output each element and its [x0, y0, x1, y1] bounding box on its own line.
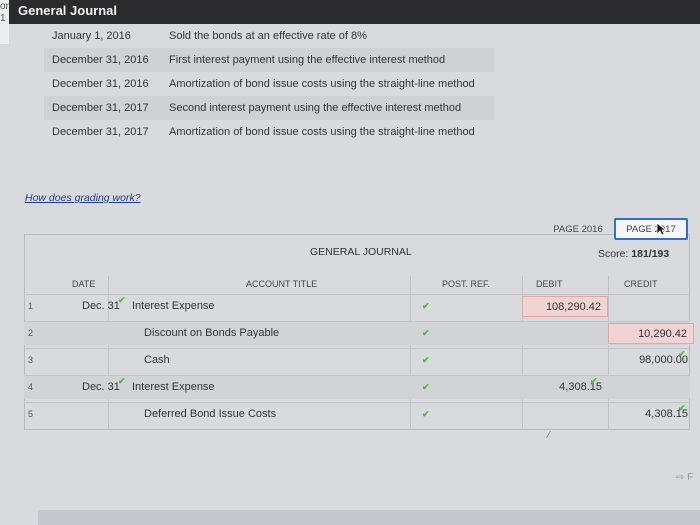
arrow-icon: ⇨: [676, 472, 685, 483]
header-post-ref: POST. REF.: [442, 279, 491, 289]
transaction-description: Amortization of bond issue costs using t…: [169, 126, 475, 138]
credit-field[interactable]: [608, 296, 694, 317]
debit-field[interactable]: [522, 350, 608, 371]
check-icon: ✔: [118, 295, 126, 305]
check-icon: ✔: [678, 349, 686, 359]
transaction-list: January 1, 2016 Sold the bonds at an eff…: [44, 24, 494, 144]
check-icon: ✔: [422, 382, 430, 392]
check-icon: ✔: [118, 376, 126, 386]
page-2016-tab[interactable]: PAGE 2016: [548, 218, 608, 240]
window-title: General Journal: [18, 3, 117, 18]
account-title-field[interactable]: Cash: [144, 354, 170, 366]
edge-letter: F: [687, 472, 694, 483]
grading-help-link[interactable]: How does grading work?: [25, 192, 141, 204]
window-title-bar: General Journal: [0, 0, 700, 24]
account-title-field[interactable]: Interest Expense: [132, 300, 215, 312]
header-account-title: ACCOUNT TITLE: [246, 279, 318, 289]
journal-row: 4 Dec. 31 ✔ Interest Expense ✔ 4,308.15 …: [24, 375, 690, 399]
header-date: DATE: [72, 279, 96, 289]
transaction-date: December 31, 2017: [52, 126, 149, 138]
row-number: 5: [28, 409, 34, 419]
row-number: 2: [28, 328, 34, 338]
debit-field[interactable]: [522, 404, 608, 425]
edge-tab-line: 1: [0, 13, 6, 24]
stray-mark: ⁄: [548, 430, 550, 441]
bottom-toolbar-strip: [38, 510, 700, 525]
transaction-date: December 31, 2017: [52, 102, 149, 114]
journal-row: 2 Discount on Bonds Payable ✔ 10,290.42: [24, 321, 694, 345]
credit-field[interactable]: [608, 377, 694, 398]
row-number: 4: [28, 382, 34, 392]
account-title-field[interactable]: Discount on Bonds Payable: [144, 327, 279, 339]
journal-row: 3 Cash ✔ 98,000.00 ✔: [24, 348, 690, 372]
transaction-description: Second interest payment using the effect…: [169, 102, 462, 114]
journal-title: GENERAL JOURNAL: [310, 246, 412, 258]
next-button-edge[interactable]: ⇨ F: [676, 472, 693, 483]
header-credit: CREDIT: [624, 279, 658, 289]
transaction-date: December 31, 2016: [52, 78, 149, 90]
side-edge-tab: or 1: [0, 0, 9, 44]
transaction-date: December 31, 2016: [52, 54, 149, 66]
transaction-row: December 31, 2016 First interest payment…: [44, 48, 494, 72]
mouse-cursor-icon: [656, 222, 666, 236]
journal-row: 5 Deferred Bond Issue Costs ✔ 4,308.15 ✔: [24, 402, 690, 426]
account-title-field[interactable]: Deferred Bond Issue Costs: [144, 408, 276, 420]
credit-field[interactable]: 10,290.42: [608, 323, 694, 344]
transaction-description: Amortization of bond issue costs using t…: [169, 78, 475, 90]
check-icon: ✔: [678, 403, 686, 413]
header-debit: DEBIT: [536, 279, 563, 289]
row-number: 1: [28, 301, 34, 311]
row-number: 3: [28, 355, 34, 365]
transaction-row: December 31, 2016 Amortization of bond i…: [44, 72, 494, 96]
journal-header-row: DATE ACCOUNT TITLE POST. REF. DEBIT CRED…: [24, 276, 690, 294]
transaction-description: Sold the bonds at an effective rate of 8…: [169, 30, 367, 42]
check-icon: ✔: [422, 355, 430, 365]
check-icon: ✔: [590, 376, 598, 386]
entry-date-field[interactable]: Dec. 31: [82, 300, 120, 312]
debit-field[interactable]: 108,290.42: [522, 296, 608, 317]
edge-tab-line: or: [0, 1, 9, 12]
entry-date-field[interactable]: Dec. 31: [82, 381, 120, 393]
check-icon: ✔: [422, 328, 430, 338]
transaction-description: First interest payment using the effecti…: [169, 54, 446, 66]
account-title-field[interactable]: Interest Expense: [132, 381, 215, 393]
score-value: 181/193: [631, 248, 670, 260]
score-display: Score: 181/193: [598, 248, 669, 260]
check-icon: ✔: [422, 301, 430, 311]
transaction-row: December 31, 2017 Second interest paymen…: [44, 96, 494, 120]
debit-field[interactable]: [522, 323, 608, 344]
transaction-row: January 1, 2016 Sold the bonds at an eff…: [44, 24, 494, 48]
transaction-date: January 1, 2016: [52, 30, 131, 42]
journal-row: 1 Dec. 31 ✔ Interest Expense ✔ 108,290.4…: [24, 294, 690, 318]
page-2017-tab[interactable]: PAGE 2017: [614, 218, 688, 240]
score-label: Score:: [598, 248, 629, 260]
transaction-row: December 31, 2017 Amortization of bond i…: [44, 120, 494, 144]
check-icon: ✔: [422, 409, 430, 419]
